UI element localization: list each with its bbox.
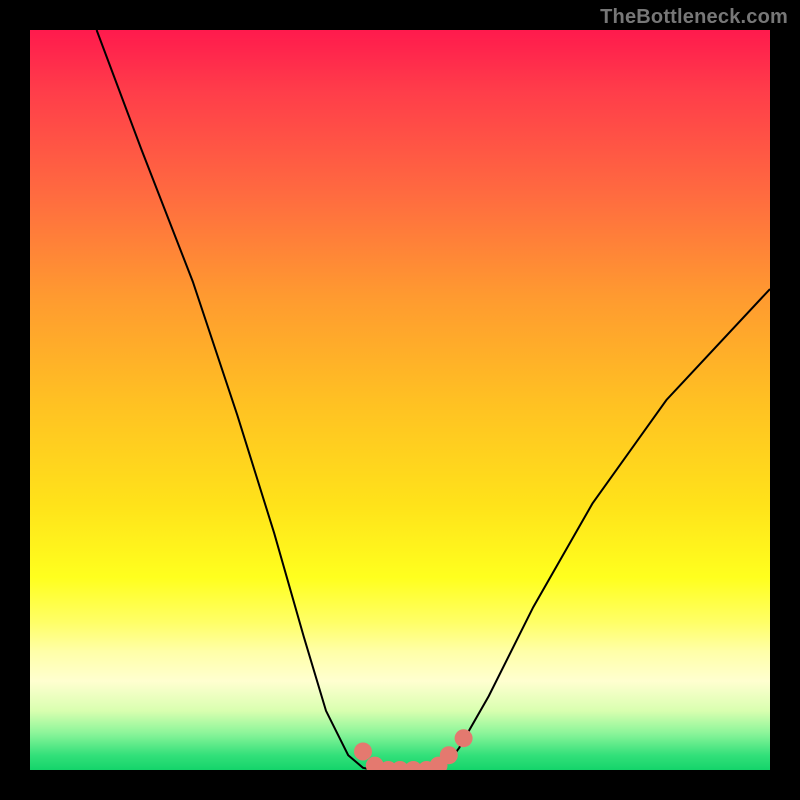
chart-svg <box>30 30 770 770</box>
watermark-text: TheBottleneck.com <box>600 6 788 29</box>
curve-marker <box>354 743 372 761</box>
bottleneck-curve <box>97 30 770 770</box>
curve-marker <box>440 746 458 764</box>
marker-group <box>354 729 473 770</box>
curve-marker <box>455 729 473 747</box>
